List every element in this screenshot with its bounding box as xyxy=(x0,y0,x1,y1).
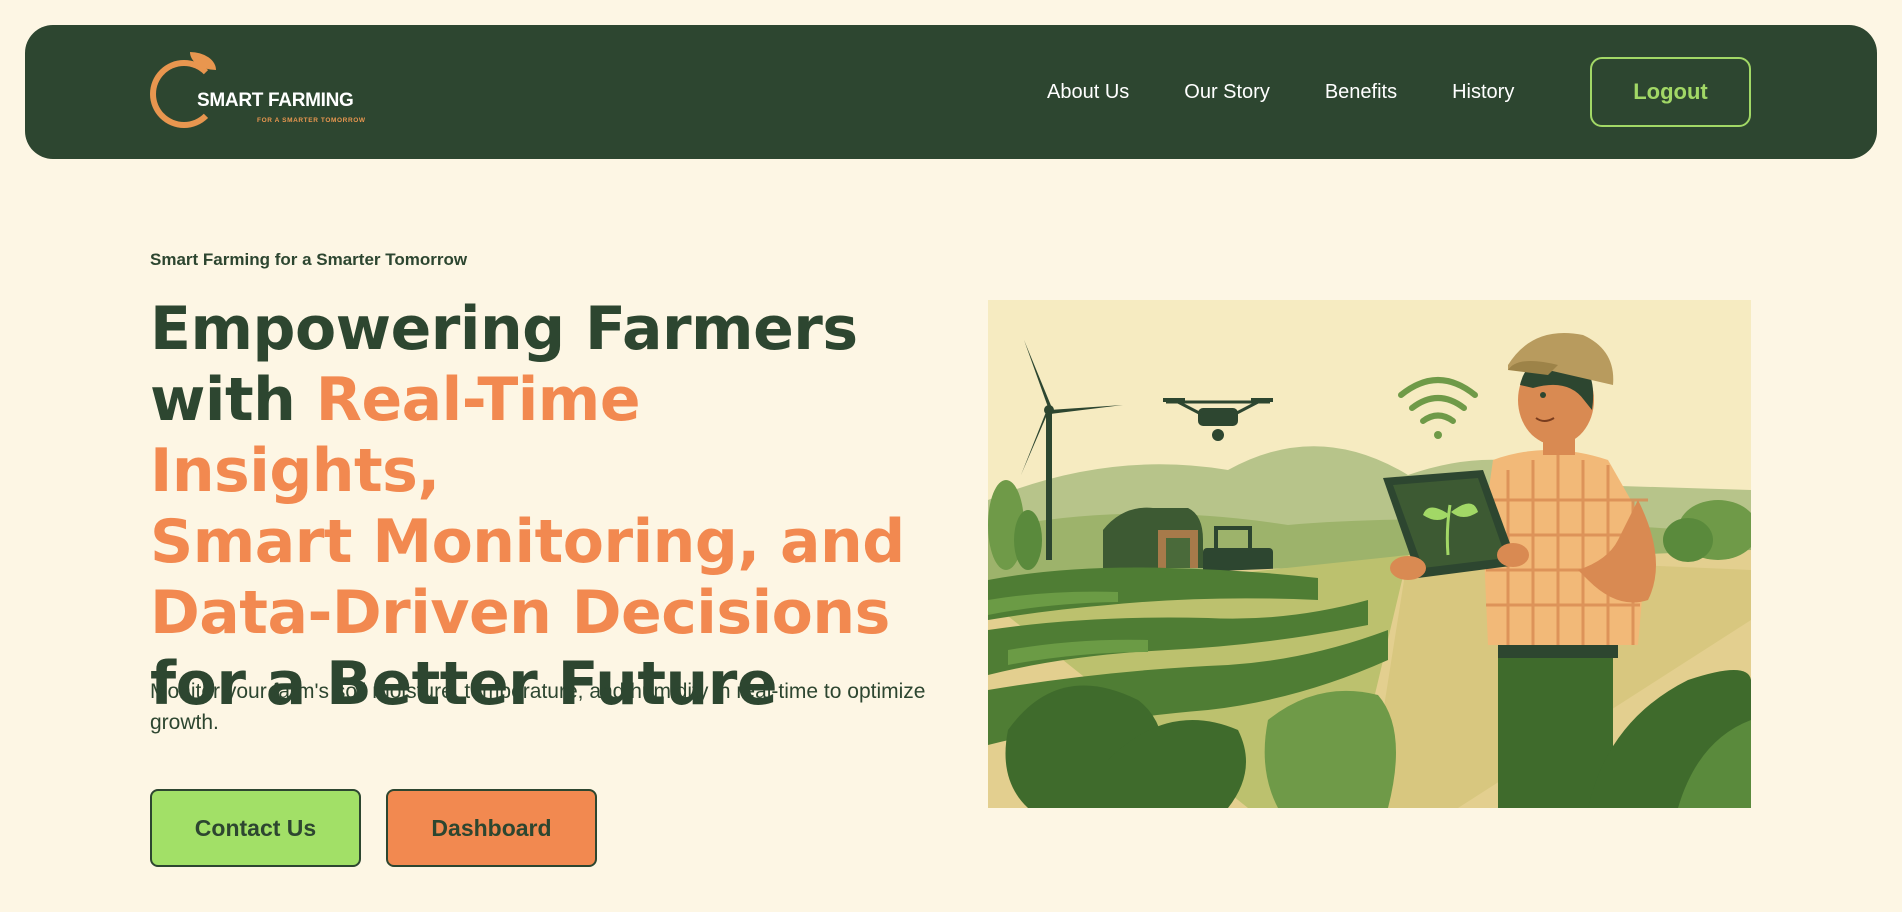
headline-line-3: Smart Monitoring, and xyxy=(150,507,905,577)
nav-link-benefits[interactable]: Benefits xyxy=(1325,81,1397,104)
contact-us-button[interactable]: Contact Us xyxy=(150,789,361,867)
hero-headline: Empowering Farmers with Real-Time Insigh… xyxy=(150,294,950,720)
nav-link-our-story[interactable]: Our Story xyxy=(1184,81,1270,104)
hero-illustration xyxy=(988,300,1751,808)
nav-links: About Us Our Story Benefits History xyxy=(1047,25,1569,159)
logo-title: SMART FARMING xyxy=(197,90,354,111)
logo[interactable]: SMART FARMING FOR A SMARTER TOMORROW xyxy=(150,50,380,140)
headline-line-2-plain: with xyxy=(150,365,316,435)
farmer-with-tablet-illustration xyxy=(988,300,1751,808)
headline-line-4: Data-Driven Decisions xyxy=(150,578,890,648)
dashboard-button[interactable]: Dashboard xyxy=(386,789,597,867)
top-navbar: SMART FARMING FOR A SMARTER TOMORROW Abo… xyxy=(25,25,1877,159)
headline-line-1: Empowering Farmers xyxy=(150,294,858,364)
hero-eyebrow: Smart Farming for a Smarter Tomorrow xyxy=(150,250,468,269)
logout-button[interactable]: Logout xyxy=(1590,57,1751,127)
nav-link-about-us[interactable]: About Us xyxy=(1047,81,1129,104)
barn-icon xyxy=(1103,507,1203,568)
logo-tagline: FOR A SMARTER TOMORROW xyxy=(257,117,366,124)
hero-description: Monitor your farm's soil moisture, tempe… xyxy=(150,680,926,734)
nav-link-history[interactable]: History xyxy=(1452,81,1514,104)
